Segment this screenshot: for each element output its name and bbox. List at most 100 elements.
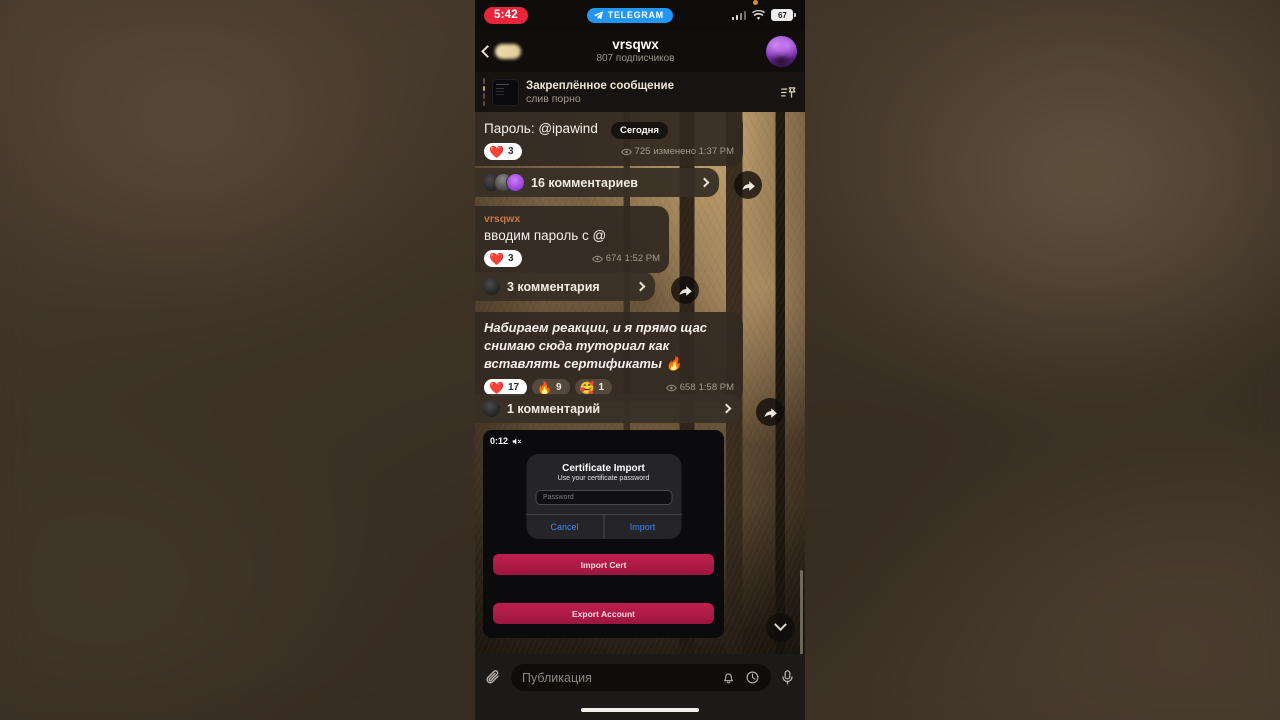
reaction-count: 3 <box>507 146 514 157</box>
clock-icon[interactable] <box>745 670 760 685</box>
pinned-stripe <box>483 78 485 106</box>
day-badge: Сегодня <box>611 122 668 139</box>
subscriber-count: 807 подписчиков <box>596 53 675 64</box>
message-meta: ❤️ 3 725 изменено 1:37 PM <box>484 143 734 160</box>
views: 725 <box>634 146 651 157</box>
views: 658 <box>679 382 696 393</box>
message-meta: ❤️ 3 674 1:52 PM <box>484 250 660 267</box>
scroll-to-bottom-button[interactable] <box>766 613 795 642</box>
message-text: вводим пароль с @ <box>484 228 607 243</box>
battery-icon: 67 <box>771 9 796 21</box>
message-input[interactable]: Публикация <box>511 664 771 691</box>
signal-bars-icon <box>731 10 747 20</box>
phone-screen: 5:42 TELEGRAM 67 vrsqwx 807 подписчиков … <box>475 0 805 720</box>
message-bubble[interactable]: Пароль: @ipawind ❤️ 3 725 изменено 1:37 … <box>475 112 743 166</box>
message-timestamp: изменено 1:37 PM <box>653 146 734 157</box>
commenter-avatars <box>482 173 525 192</box>
paperclip-icon[interactable] <box>484 668 503 687</box>
video-duration-block: 0:12 <box>490 436 523 446</box>
chevron-left-icon <box>481 44 494 58</box>
message-text: Пароль: @ipawind <box>484 121 598 136</box>
password-placeholder: Password <box>543 494 574 501</box>
telegram-plane-icon <box>593 10 603 19</box>
certificate-import-dialog: Certificate Import Use your certificate … <box>526 454 681 539</box>
dialog-actions: Cancel Import <box>526 514 681 539</box>
avatar <box>482 399 501 418</box>
commenter-avatars <box>482 277 501 296</box>
password-field[interactable]: Password <box>535 490 672 505</box>
battery-percent: 67 <box>771 9 794 21</box>
message-timestamp: 1:52 PM <box>624 253 660 264</box>
speaker-muted-icon <box>512 438 522 444</box>
status-bar: 5:42 TELEGRAM 67 <box>475 0 805 30</box>
chevron-right-icon <box>699 177 710 188</box>
video-message[interactable]: 0:12 Certificate Import Use your certifi… <box>483 430 724 638</box>
smiling-face-with-hearts-emoji-icon: 🥰 <box>579 380 595 395</box>
reaction-count: 9 <box>556 382 562 393</box>
import-cert-button[interactable]: Import Cert <box>493 554 714 575</box>
view-count-block: 674 1:52 PM <box>591 253 660 264</box>
share-forward-icon[interactable] <box>671 276 699 304</box>
chat-header: vrsqwx 807 подписчиков <box>475 30 805 72</box>
comments-label: 16 комментариев <box>531 175 638 190</box>
cancel-button[interactable]: Cancel <box>526 515 603 539</box>
views: 674 <box>605 253 622 264</box>
commenter-avatars <box>482 399 501 418</box>
dialog-title: Certificate Import <box>562 463 645 474</box>
wifi-icon <box>752 9 766 20</box>
comments-button[interactable]: 3 комментария <box>475 272 655 301</box>
message-bubble[interactable]: Набираем реакции, и я прямо щас снимаю с… <box>475 312 743 402</box>
pinned-text: Закреплённое сообщение слив порно <box>526 79 773 106</box>
reaction-count: 1 <box>598 382 605 393</box>
view-count-block: 658 1:58 PM <box>665 382 734 393</box>
status-time: 5:42 <box>484 6 528 24</box>
comments-button[interactable]: 1 комментарий <box>475 394 741 423</box>
chevron-right-icon <box>635 281 646 292</box>
chat-title-block[interactable]: vrsqwx 807 подписчиков <box>505 37 766 65</box>
share-forward-icon[interactable] <box>756 398 784 426</box>
message-input-placeholder: Публикация <box>522 670 592 685</box>
avatar[interactable] <box>766 35 797 67</box>
heart-emoji-icon: ❤️ <box>489 251 504 266</box>
reaction-pill[interactable]: ❤️ 3 <box>484 250 522 267</box>
export-account-button[interactable]: Export Account <box>493 603 714 624</box>
reaction-row[interactable]: ❤️ 3 <box>484 250 522 267</box>
eye-icon <box>665 384 677 391</box>
reaction-row[interactable]: ❤️ 3 <box>484 143 522 160</box>
pinned-title: Закреплённое сообщение <box>526 79 674 92</box>
status-indicators: 67 <box>731 0 796 21</box>
avatar <box>482 277 501 296</box>
comments-label: 1 комментарий <box>507 401 601 416</box>
orange-recording-dot <box>752 0 758 6</box>
message-sender: vrsqwx <box>484 213 521 225</box>
comments-button[interactable]: 16 комментариев <box>475 168 719 197</box>
chat-scroll-area[interactable]: Сегодня Пароль: @ipawind ❤️ 3 725 измене… <box>475 112 805 720</box>
fire-emoji-icon: 🔥 <box>537 380 553 395</box>
reaction-pill[interactable]: ❤️ 3 <box>484 143 522 160</box>
telegram-app-badge: TELEGRAM <box>586 7 673 23</box>
message-text: Набираем реакции, и я прямо щас снимаю с… <box>484 320 708 371</box>
chat-scrollbar[interactable] <box>800 570 803 658</box>
chevron-down-icon <box>774 618 787 632</box>
pinned-subtitle: слив порно <box>526 92 581 105</box>
eye-icon <box>591 255 603 262</box>
telegram-badge-label: TELEGRAM <box>607 10 664 20</box>
reaction-count: 3 <box>507 253 514 264</box>
reaction-count: 17 <box>507 382 520 393</box>
message-bubble[interactable]: vrsqwx вводим пароль с @ ❤️ 3 674 1:52 P… <box>475 206 669 273</box>
back-button[interactable] <box>481 43 521 59</box>
back-unread-badge <box>495 43 521 59</box>
bell-icon[interactable] <box>721 670 736 685</box>
microphone-icon[interactable] <box>779 669 796 686</box>
share-forward-icon[interactable] <box>734 171 762 199</box>
avatar <box>506 173 525 192</box>
comments-label: 3 комментария <box>507 279 600 294</box>
screen-recording-frame: 5:42 TELEGRAM 67 vrsqwx 807 подписчиков … <box>0 0 1280 720</box>
heart-emoji-icon: ❤️ <box>489 144 504 159</box>
view-count-block: 725 изменено 1:37 PM <box>620 146 734 157</box>
pin-list-icon[interactable] <box>780 84 797 101</box>
page-title: vrsqwx <box>612 37 659 52</box>
import-button[interactable]: Import <box>603 515 681 539</box>
pinned-thumbnail <box>492 78 519 106</box>
pinned-message-bar[interactable]: Закреплённое сообщение слив порно <box>475 72 805 112</box>
